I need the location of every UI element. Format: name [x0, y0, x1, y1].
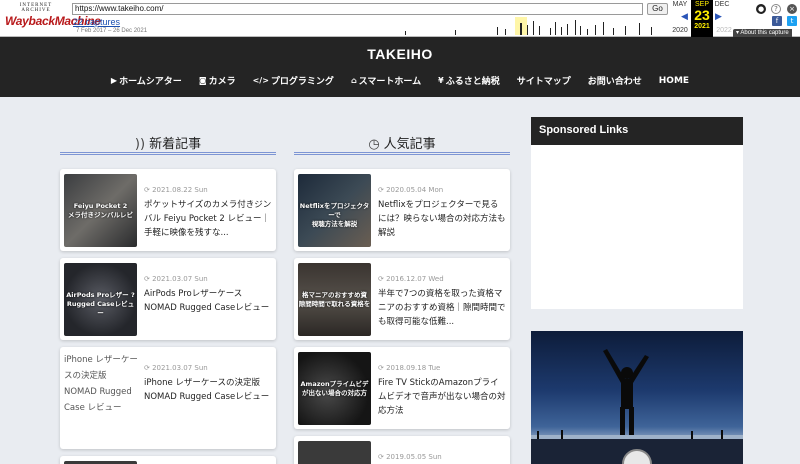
sidebar-banner-image[interactable]	[531, 331, 743, 464]
nav-item-furusato[interactable]: ¥ ふるさと納税	[438, 74, 500, 87]
post-date: ⟳ 2021.03.07 Sun	[144, 364, 208, 372]
post-date: ⟳ 2019.05.05 Sun	[378, 453, 442, 461]
post-date: ⟳ 2021.03.07 Sun	[144, 275, 208, 283]
nav-item-camera[interactable]: ◙ カメラ	[199, 74, 236, 87]
next-year[interactable]: 2022	[713, 27, 735, 34]
post-card[interactable]: AirPods Proレザー ? Rugged Caseレビュー ⟳ 2021.…	[60, 258, 276, 340]
wayback-go-button[interactable]: Go	[647, 3, 668, 15]
post-thumbnail[interactable]: AirPods Proレザー ? Rugged Caseレビュー	[64, 263, 137, 336]
broken-image-alt-text[interactable]: iPhone レザーケースの決定版 NOMAD Rugged Case レビュー	[64, 352, 140, 416]
about-capture-button[interactable]: ▾ About this capture	[733, 29, 792, 37]
capture-sparkline[interactable]	[265, 17, 665, 35]
wayback-toolbar: INTERNET ARCHIVE WaybackMachine https://…	[0, 0, 800, 37]
post-card[interactable]: ⟳ 2019.05.05 Sun	[294, 436, 510, 464]
post-thumbnail[interactable]: Amazonプライムビデ が出ない場合の対応方	[298, 352, 371, 425]
nav-item-smart-home[interactable]: ⌂ スマートホーム	[351, 74, 421, 87]
next-capture-arrow-icon[interactable]: ▶	[715, 12, 722, 22]
clock-icon: ◷	[368, 137, 380, 152]
popular-posts-heading: ◷ 人気記事	[294, 133, 510, 155]
post-title[interactable]: iPhone レザーケースの決定版 NOMAD Rugged Caseレビュー	[144, 376, 272, 404]
post-card[interactable]: Amazonプライムビデ が出ない場合の対応方 ⟳ 2018.09.18 Tue…	[294, 347, 510, 429]
post-thumbnail[interactable]: Feiyu Pocket 2 メラ付きジンバルレビ	[64, 174, 137, 247]
nav-item-contact[interactable]: お問い合わせ	[588, 74, 642, 87]
site-header: TAKEIHO ▶ ホームシアター ◙ カメラ </> プログラミング ⌂ スマートホー…	[0, 37, 800, 97]
close-icon[interactable]: ×	[787, 4, 797, 14]
code-icon: </>	[252, 76, 269, 85]
nav-item-home[interactable]: HOME	[659, 74, 689, 87]
captures-link[interactable]: 22 captures	[73, 17, 120, 27]
post-thumbnail[interactable]: 格マニアのおすすめ資 隙間時間で取れる資格を	[298, 263, 371, 336]
post-title[interactable]: AirPods ProレザーケースNOMAD Rugged Caseレビュー	[144, 287, 272, 315]
capture-range: 7 Feb 2017 – 26 Dec 2021	[76, 28, 148, 34]
post-title[interactable]: ポケットサイズのカメラ付きジンバル Feiyu Pocket 2 レビュー｜手軽…	[144, 198, 272, 240]
wayback-url-input[interactable]: https://www.takeiho.com/	[72, 3, 643, 15]
post-title[interactable]: Fire TV StickのAmazonプライムビデオで音声が出ない場合の対応方…	[378, 376, 506, 418]
video-icon: ▶	[110, 76, 118, 85]
post-title[interactable]: 半年で7つの資格を取った資格マニアのおすすめ資格｜隙間時間でも取得可能な低難..…	[378, 287, 506, 329]
ad-slot[interactable]	[531, 145, 743, 309]
facebook-icon[interactable]: f	[772, 16, 782, 26]
post-date: ⟳ 2021.08.22 Sun	[144, 186, 208, 194]
new-posts-heading: )) 新着記事	[60, 133, 276, 155]
prev-capture-arrow-icon[interactable]: ◀	[681, 12, 688, 22]
post-title[interactable]: Netflixをプロジェクターで見るには？映らない場合の対応方法も解説	[378, 198, 506, 240]
rss-icon: ))	[134, 137, 146, 152]
prev-month[interactable]: MAY	[669, 1, 691, 8]
site-title[interactable]: TAKEIHO	[0, 46, 800, 62]
wayback-logo[interactable]: INTERNET ARCHIVE WaybackMachine	[5, 3, 101, 29]
twitter-icon[interactable]: t	[787, 16, 797, 26]
silhouette-photo	[531, 349, 743, 464]
help-icon[interactable]: ?	[771, 4, 781, 14]
post-date: ⟳ 2016.12.07 Wed	[378, 275, 444, 283]
post-card[interactable]: Netflixをプロジェクターで 視聴方法を解説 ⟳ 2020.05.04 Mo…	[294, 169, 510, 251]
post-card[interactable]: 格マニアのおすすめ資 隙間時間で取れる資格を ⟳ 2016.12.07 Wed …	[294, 258, 510, 340]
main-nav: ▶ ホームシアター ◙ カメラ </> プログラミング ⌂ スマートホーム ¥ ふるさと納…	[0, 74, 800, 88]
post-date: ⟳ 2020.05.04 Mon	[378, 186, 444, 194]
home-icon: ⌂	[350, 76, 357, 85]
post-thumbnail[interactable]: Netflixをプロジェクターで 視聴方法を解説	[298, 174, 371, 247]
yen-icon: ¥	[438, 76, 444, 85]
post-date: ⟳ 2018.09.18 Tue	[378, 364, 441, 372]
prev-year[interactable]: 2020	[669, 27, 691, 34]
post-card[interactable]	[60, 456, 276, 464]
current-capture-date: SEP 23 2021	[691, 0, 713, 37]
nav-item-programming[interactable]: </> プログラミング	[253, 74, 334, 87]
post-card[interactable]: iPhone レザーケースの決定版 NOMAD Rugged Case レビュー…	[60, 347, 276, 449]
nav-item-sitemap[interactable]: サイトマップ	[517, 74, 571, 87]
post-card[interactable]: Feiyu Pocket 2 メラ付きジンバルレビ ⟳ 2021.08.22 S…	[60, 169, 276, 251]
post-thumbnail[interactable]	[298, 441, 371, 464]
user-icon[interactable]: ●	[756, 4, 766, 14]
sponsored-links-heading: Sponsored Links	[531, 117, 743, 145]
camera-icon: ◙	[198, 76, 207, 85]
next-month[interactable]: DEC	[711, 1, 733, 8]
nav-item-home-theater[interactable]: ▶ ホームシアター	[111, 74, 182, 87]
